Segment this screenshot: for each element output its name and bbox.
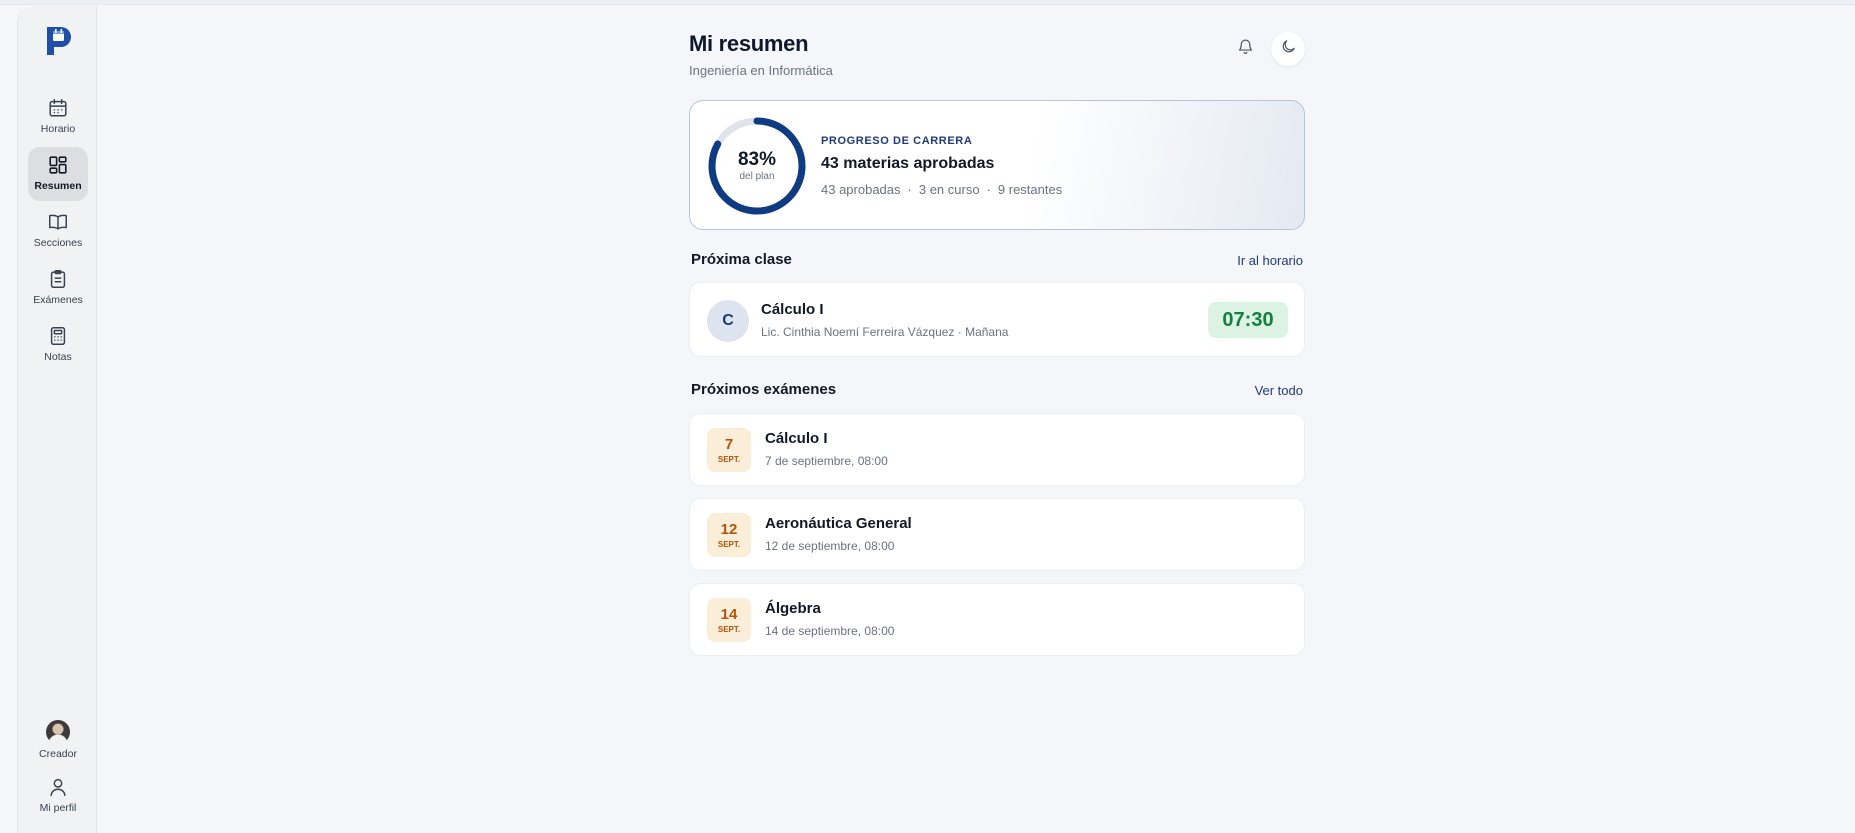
sidebar-item-notas[interactable]: Notas (28, 318, 88, 372)
stat-separator: · (907, 182, 912, 197)
exam-month: SEPT. (717, 454, 741, 464)
exam-datetime: 7 de septiembre, 08:00 (765, 454, 888, 468)
sidebar-item-label: Notas (44, 351, 72, 363)
sidebar-item-creador[interactable]: Creador (28, 714, 88, 768)
user-icon (47, 776, 69, 798)
class-time-badge: 07:30 (1208, 302, 1288, 338)
sidebar: Horario Resumen Secciones Exámenes Notas… (17, 6, 97, 833)
exam-card[interactable]: 7 SEPT. Cálculo I 7 de septiembre, 08:00 (689, 413, 1305, 486)
class-initial-avatar: C (707, 300, 749, 342)
sidebar-item-label: Secciones (33, 237, 83, 249)
exam-day: 7 (724, 435, 734, 453)
next-class-card[interactable]: C Cálculo I Lic. Cinthia Noemí Ferreira … (689, 282, 1305, 357)
top-border (0, 0, 1855, 5)
page-subtitle: Ingeniería en Informática (689, 63, 833, 78)
moon-icon (1280, 38, 1297, 60)
next-class-heading: Próxima clase (691, 251, 792, 268)
exams-heading: Próximos exámenes (691, 381, 837, 398)
exam-date-badge: 7 SEPT. (707, 428, 751, 472)
progress-label: PROGRESO DE CARRERA (821, 135, 973, 147)
exam-day: 14 (720, 605, 738, 623)
page-title: Mi resumen (689, 31, 809, 56)
notifications-button[interactable] (1228, 32, 1262, 66)
exam-name: Aeronáutica General (765, 515, 912, 532)
schedule-link[interactable]: Ir al horario (1237, 253, 1303, 268)
exam-card[interactable]: 14 SEPT. Álgebra 14 de septiembre, 08:00 (689, 583, 1305, 656)
sidebar-item-label: Horario (40, 123, 76, 135)
exam-date-badge: 14 SEPT. (707, 598, 751, 642)
book-icon (47, 211, 69, 233)
exam-name: Álgebra (765, 600, 821, 617)
sidebar-item-resumen[interactable]: Resumen (28, 147, 88, 201)
sidebar-item-horario[interactable]: Horario (28, 90, 88, 144)
stat-separator: · (986, 182, 991, 197)
progress-stats: 43 aprobadas · 3 en curso · 9 restantes (821, 182, 1062, 197)
class-name: Cálculo I (761, 301, 824, 318)
app-logo[interactable] (44, 24, 72, 58)
theme-toggle-button[interactable] (1271, 32, 1305, 66)
exam-month: SEPT. (717, 539, 741, 549)
exam-datetime: 12 de septiembre, 08:00 (765, 539, 895, 553)
sidebar-item-label: Mi perfil (39, 802, 77, 814)
exam-card[interactable]: 12 SEPT. Aeronáutica General 12 de septi… (689, 498, 1305, 571)
clipboard-icon (47, 268, 69, 290)
dashboard-icon (47, 154, 69, 176)
stat-in-progress: 3 en curso (918, 182, 980, 197)
sidebar-item-secciones[interactable]: Secciones (28, 204, 88, 258)
sidebar-item-label: Creador (39, 748, 77, 760)
exam-name: Cálculo I (765, 430, 828, 447)
exam-month: SEPT. (717, 624, 741, 634)
progress-title: 43 materias aprobadas (821, 155, 995, 172)
sidebar-item-label: Exámenes (33, 294, 83, 306)
bell-icon (1237, 38, 1254, 60)
stat-approved: 43 aprobadas (821, 182, 901, 197)
calendar-icon (47, 97, 69, 119)
progress-percent-caption: del plan (739, 171, 775, 182)
view-all-exams-link[interactable]: Ver todo (1255, 383, 1303, 398)
class-meta: Lic. Cinthia Noemí Ferreira Vázquez · Ma… (761, 325, 1009, 339)
career-progress-card: 83% del plan PROGRESO DE CARRERA 43 mate… (689, 100, 1305, 230)
exam-day: 12 (720, 520, 738, 538)
calculator-icon (47, 325, 69, 347)
avatar (46, 720, 70, 744)
sidebar-item-examenes[interactable]: Exámenes (28, 261, 88, 315)
exam-date-badge: 12 SEPT. (707, 513, 751, 557)
progress-percent: 83% (737, 149, 777, 170)
stat-remaining: 9 restantes (997, 182, 1063, 197)
sidebar-item-label: Resumen (34, 180, 82, 192)
exam-datetime: 14 de septiembre, 08:00 (765, 624, 895, 638)
sidebar-item-mi-perfil[interactable]: Mi perfil (28, 769, 88, 823)
